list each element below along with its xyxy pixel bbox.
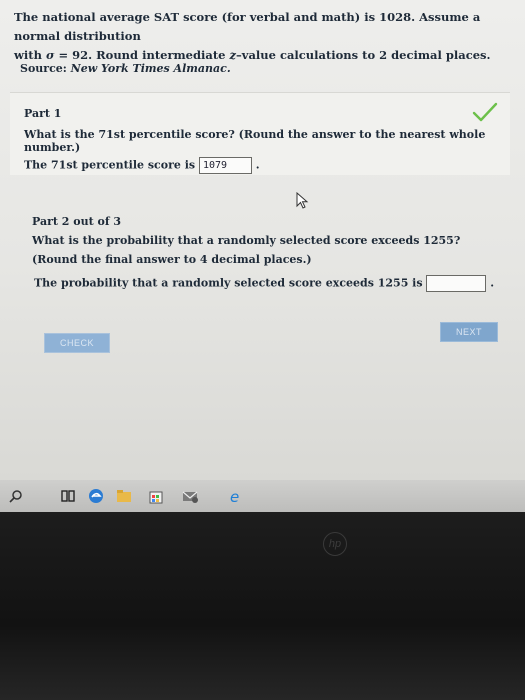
svg-text:e: e: [230, 488, 239, 504]
part1-panel: Part 1 What is the 71st percentile score…: [10, 92, 510, 175]
part2-section: Part 2 out of 3 What is the probability …: [32, 212, 502, 269]
period: .: [255, 158, 260, 172]
source-citation: Source: New York Times Almanac.: [20, 62, 231, 75]
period: .: [490, 276, 495, 290]
internet-explorer-icon[interactable]: e: [228, 488, 244, 504]
mail-icon[interactable]: [182, 488, 198, 504]
part2-answer-line: The probability that a randomly selected…: [34, 275, 494, 292]
part1-answer-line: The 71st percentile score is 1079 .: [24, 157, 260, 174]
part1-answer-label: The 71st percentile score is: [24, 158, 196, 172]
part1-answer-field[interactable]: 1079: [198, 157, 252, 174]
search-icon[interactable]: [8, 488, 24, 504]
mouse-cursor-icon: [296, 192, 309, 209]
problem-line-1: The national average SAT score (for verb…: [14, 10, 481, 43]
store-icon[interactable]: [148, 488, 164, 504]
problem-text: –value calculations to 2 decimal places.: [236, 48, 491, 62]
problem-statement: The national average SAT score (for verb…: [14, 8, 519, 65]
part2-title: Part 2 out of 3: [32, 215, 122, 228]
file-explorer-icon[interactable]: [116, 488, 132, 504]
part2-answer-label: The probability that a randomly selected…: [34, 276, 423, 290]
task-view-icon[interactable]: [60, 488, 76, 504]
problem-text: with: [14, 48, 46, 62]
source-name: New York Times Almanac.: [70, 62, 231, 75]
part1-question: What is the 71st percentile score? (Roun…: [24, 128, 486, 154]
windows-taskbar: e: [0, 480, 525, 512]
part2-question: What is the probability that a randomly …: [32, 234, 461, 247]
part2-instruction: (Round the final answer to 4 decimal pla…: [32, 253, 312, 266]
next-button[interactable]: NEXT: [440, 322, 498, 342]
check-button[interactable]: CHECK: [44, 333, 110, 353]
edge-browser-icon[interactable]: [88, 488, 104, 504]
part2-answer-field[interactable]: [426, 275, 487, 292]
problem-text: = 92. Round intermediate: [54, 48, 230, 62]
browser-screen: The national average SAT score (for verb…: [0, 0, 525, 480]
hp-logo: hp: [323, 532, 347, 556]
checkmark-icon: [472, 102, 498, 122]
laptop-bezel: hp: [0, 512, 525, 700]
part1-title: Part 1: [24, 107, 62, 120]
source-label: Source:: [20, 62, 71, 75]
